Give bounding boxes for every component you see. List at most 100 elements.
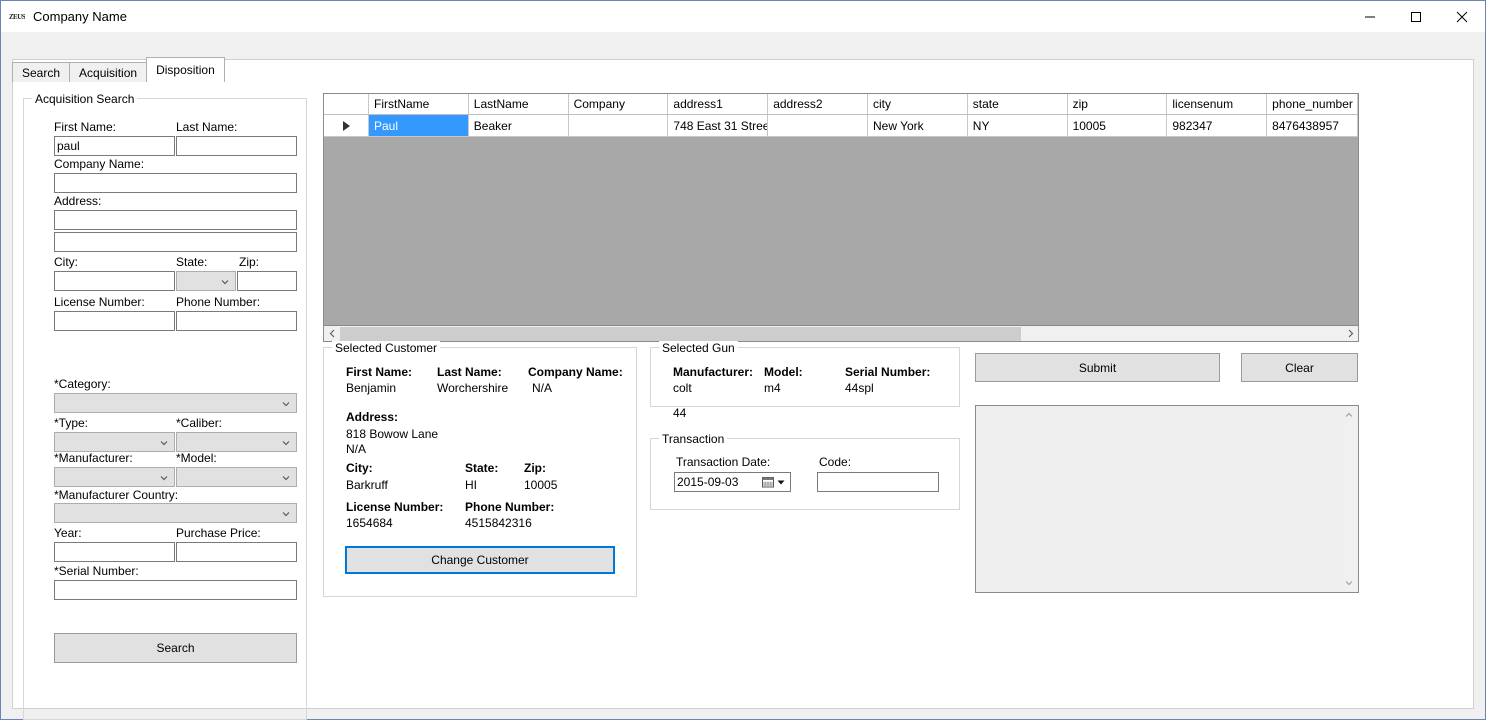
output-textarea[interactable] bbox=[975, 405, 1359, 593]
license-number-input[interactable] bbox=[54, 311, 175, 331]
manufacturer-country-select[interactable] bbox=[54, 503, 297, 523]
code-input[interactable] bbox=[817, 472, 939, 492]
scroll-left-icon[interactable] bbox=[324, 327, 340, 341]
sc-zip-label: Zip: bbox=[524, 461, 546, 475]
sg-model-label: Model: bbox=[764, 365, 803, 379]
sg-manufacturer-label: Manufacturer: bbox=[673, 365, 754, 379]
zip-input[interactable] bbox=[237, 271, 297, 291]
scroll-right-icon[interactable] bbox=[1342, 327, 1358, 341]
cell-company[interactable] bbox=[568, 115, 669, 136]
address2-input[interactable] bbox=[54, 232, 297, 252]
scroll-down-icon[interactable] bbox=[1341, 575, 1357, 591]
cell-address2[interactable] bbox=[768, 115, 868, 136]
grid-header-company[interactable]: Company bbox=[568, 94, 669, 114]
tab-search[interactable]: Search bbox=[12, 62, 71, 82]
chevron-down-icon bbox=[281, 472, 291, 482]
grid-header-row: FirstName LastName Company address1 addr… bbox=[324, 94, 1358, 115]
cell-address1[interactable]: 748 East 31 Street bbox=[668, 115, 769, 136]
cell-state[interactable]: NY bbox=[967, 115, 1068, 136]
chevron-down-icon bbox=[159, 472, 169, 482]
category-select[interactable] bbox=[54, 393, 297, 413]
phone-number-label: Phone Number: bbox=[176, 295, 261, 309]
tab-disposition[interactable]: Disposition bbox=[146, 57, 225, 82]
tab-acquisition[interactable]: Acquisition bbox=[69, 62, 148, 82]
customer-results-grid[interactable]: FirstName LastName Company address1 addr… bbox=[323, 93, 1359, 326]
caliber-select[interactable] bbox=[176, 432, 297, 452]
date-dropdown-icon[interactable] bbox=[776, 477, 786, 487]
application-window: ZEUS Company Name Search Acquisition Dis… bbox=[0, 0, 1486, 720]
title-bar: ZEUS Company Name bbox=[1, 1, 1485, 32]
cell-city[interactable]: New York bbox=[867, 115, 968, 136]
code-label: Code: bbox=[819, 455, 852, 469]
grid-header-address2[interactable]: address2 bbox=[768, 94, 868, 114]
grid-horizontal-scrollbar[interactable] bbox=[323, 326, 1359, 342]
grid-header-address1[interactable]: address1 bbox=[668, 94, 769, 114]
sc-state-label: State: bbox=[465, 461, 499, 475]
row-selector[interactable] bbox=[324, 115, 369, 136]
phone-number-input[interactable] bbox=[176, 311, 297, 331]
minimize-icon[interactable] bbox=[1347, 1, 1393, 32]
submit-button[interactable]: Submit bbox=[975, 353, 1220, 382]
acquisition-search-title: Acquisition Search bbox=[32, 92, 138, 106]
sg-extra-value: 44 bbox=[673, 406, 687, 420]
sg-serial-number-label: Serial Number: bbox=[845, 365, 931, 379]
grid-header-corner bbox=[324, 94, 369, 114]
chevron-down-icon bbox=[281, 437, 291, 447]
company-name-input[interactable] bbox=[54, 173, 297, 193]
scroll-up-icon[interactable] bbox=[1341, 407, 1357, 423]
transaction-date-picker[interactable]: 2015-09-03 bbox=[674, 472, 791, 492]
table-row[interactable]: Paul Beaker 748 East 31 Street New York … bbox=[324, 115, 1358, 137]
sc-company-name-value: N/A bbox=[532, 381, 553, 395]
cell-licensenum[interactable]: 982347 bbox=[1167, 115, 1268, 136]
category-label: *Category: bbox=[54, 377, 111, 391]
sc-company-name-label: Company Name: bbox=[528, 365, 623, 379]
sc-license-number-value: 1654684 bbox=[346, 516, 393, 530]
clear-button[interactable]: Clear bbox=[1241, 353, 1358, 382]
grid-empty-area bbox=[324, 137, 1358, 317]
manufacturer-select[interactable] bbox=[54, 467, 175, 487]
cell-lastname[interactable]: Beaker bbox=[468, 115, 569, 136]
state-select[interactable] bbox=[176, 271, 236, 291]
grid-header-city[interactable]: city bbox=[867, 94, 968, 114]
grid-header-state[interactable]: state bbox=[967, 94, 1068, 114]
sc-city-label: City: bbox=[346, 461, 373, 475]
first-name-label: First Name: bbox=[54, 120, 117, 134]
cell-firstname[interactable]: Paul bbox=[369, 115, 469, 136]
manufacturer-label: *Manufacturer: bbox=[54, 451, 133, 465]
maximize-icon[interactable] bbox=[1393, 1, 1439, 32]
city-input[interactable] bbox=[54, 271, 175, 291]
scroll-thumb[interactable] bbox=[340, 326, 1022, 341]
first-name-input[interactable]: paul bbox=[54, 136, 175, 156]
type-select[interactable] bbox=[54, 432, 175, 452]
search-button[interactable]: Search bbox=[54, 633, 297, 663]
sc-last-name-label: Last Name: bbox=[437, 365, 502, 379]
last-name-input[interactable] bbox=[176, 136, 297, 156]
purchase-price-input[interactable] bbox=[176, 542, 297, 562]
year-input[interactable] bbox=[54, 542, 175, 562]
cell-zip[interactable]: 10005 bbox=[1067, 115, 1168, 136]
close-icon[interactable] bbox=[1439, 1, 1485, 32]
tab-acquisition-label: Acquisition bbox=[79, 65, 138, 80]
sc-city-value: Barkruff bbox=[346, 478, 388, 492]
sg-manufacturer-value: colt bbox=[673, 381, 692, 395]
sc-address-label: Address: bbox=[346, 410, 399, 424]
sc-address1-value: 818 Bowow Lane bbox=[346, 427, 439, 441]
cell-phone-number[interactable]: 8476438957 bbox=[1267, 115, 1358, 136]
chevron-down-icon bbox=[281, 398, 291, 408]
calendar-icon[interactable] bbox=[762, 476, 774, 488]
selected-gun-group: Selected Gun Manufacturer: colt Model: m… bbox=[650, 341, 960, 420]
model-select[interactable] bbox=[176, 467, 297, 487]
zip-label: Zip: bbox=[239, 255, 260, 269]
grid-header-lastname[interactable]: LastName bbox=[468, 94, 569, 114]
grid-header-zip[interactable]: zip bbox=[1067, 94, 1168, 114]
grid-header-phone-number[interactable]: phone_number bbox=[1267, 94, 1358, 114]
client-area: Search Acquisition Disposition Acquisiti… bbox=[1, 32, 1485, 720]
grid-header-licensenum[interactable]: licensenum bbox=[1167, 94, 1268, 114]
scroll-track[interactable] bbox=[340, 326, 1342, 341]
address1-input[interactable] bbox=[54, 210, 297, 230]
grid-header-firstname[interactable]: FirstName bbox=[369, 94, 469, 114]
serial-number-input[interactable] bbox=[54, 580, 297, 600]
change-customer-button[interactable]: Change Customer bbox=[345, 546, 615, 574]
output-vertical-scrollbar[interactable] bbox=[1341, 407, 1357, 591]
acquisition-search-group: Acquisition Search First Name: paul Last… bbox=[23, 92, 307, 720]
